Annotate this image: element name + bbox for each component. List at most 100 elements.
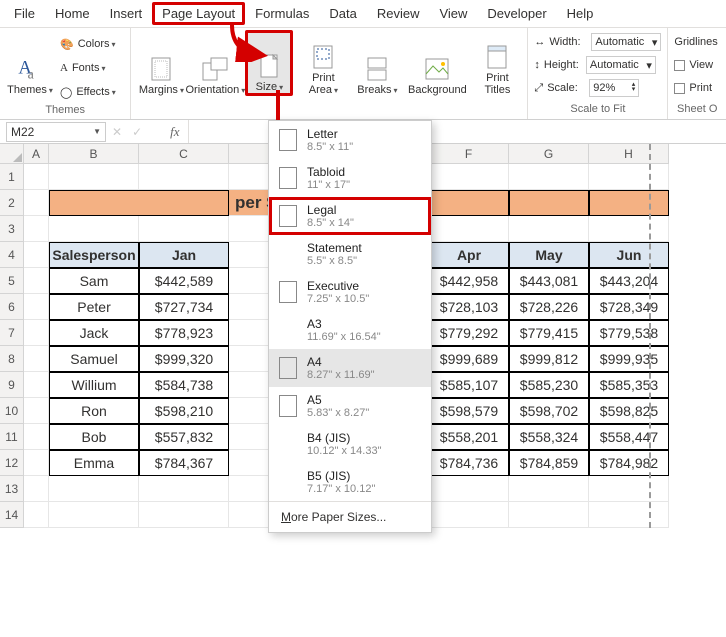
table-cell[interactable]: $585,353 [589,372,669,398]
menu-review[interactable]: Review [367,2,430,25]
table-cell[interactable]: $558,324 [509,424,589,450]
table-cell[interactable]: $778,923 [139,320,229,346]
table-cell[interactable]: $779,538 [589,320,669,346]
menu-data[interactable]: Data [319,2,366,25]
row-header-2[interactable]: 2 [0,190,24,216]
table-cell[interactable]: $598,702 [509,398,589,424]
breaks-button[interactable]: Breaks [353,30,401,96]
table-cell[interactable]: $999,812 [509,346,589,372]
print-checkbox[interactable]: Print [674,78,712,98]
menu-view[interactable]: View [429,2,477,25]
table-cell[interactable]: Bob [49,424,139,450]
width-combo[interactable]: Automatic▾ [591,33,661,51]
table-cell[interactable]: $585,230 [509,372,589,398]
margins-button[interactable]: Margins [137,30,185,96]
background-button[interactable]: Background [407,30,467,96]
table-cell[interactable]: $598,210 [139,398,229,424]
table-cell[interactable]: $779,415 [509,320,589,346]
paper-size-letter[interactable]: Letter8.5" x 11" [269,121,431,159]
more-paper-sizes[interactable]: More Paper Sizes... [269,501,431,532]
paper-size-b4-jis-[interactable]: B4 (JIS)10.12" x 14.33" [269,425,431,463]
table-cell[interactable]: $728,349 [589,294,669,320]
col-header-f[interactable]: F [429,144,509,164]
table-cell[interactable]: $557,832 [139,424,229,450]
height-combo[interactable]: Automatic▾ [586,56,656,74]
table-cell[interactable]: $558,201 [429,424,509,450]
row-header-10[interactable]: 10 [0,398,24,424]
row-header-7[interactable]: 7 [0,320,24,346]
table-cell[interactable]: Samuel [49,346,139,372]
table-cell[interactable]: $442,958 [429,268,509,294]
table-cell[interactable]: $999,935 [589,346,669,372]
fonts-button[interactable]: AFonts [60,58,116,78]
col-header-g[interactable]: G [509,144,589,164]
menu-insert[interactable]: Insert [100,2,153,25]
row-header-8[interactable]: 8 [0,346,24,372]
row-header-13[interactable]: 13 [0,476,24,502]
table-cell[interactable]: Peter [49,294,139,320]
paper-size-statement[interactable]: Statement5.5" x 8.5" [269,235,431,273]
paper-size-a3[interactable]: A311.69" x 16.54" [269,311,431,349]
table-cell[interactable]: $784,736 [429,450,509,476]
table-cell[interactable]: $584,738 [139,372,229,398]
table-cell[interactable]: $728,103 [429,294,509,320]
col-header-b[interactable]: B [49,144,139,164]
effects-button[interactable]: ◯Effects [60,82,116,102]
row-header-6[interactable]: 6 [0,294,24,320]
table-cell[interactable]: $784,982 [589,450,669,476]
table-cell[interactable]: Emma [49,450,139,476]
row-header-3[interactable]: 3 [0,216,24,242]
col-header-a[interactable]: A [24,144,49,164]
table-cell[interactable]: Willium [49,372,139,398]
table-cell[interactable]: $443,081 [509,268,589,294]
paper-size-a4[interactable]: A48.27" x 11.69" [269,349,431,387]
menu-developer[interactable]: Developer [477,2,556,25]
col-header-h[interactable]: H [589,144,669,164]
table-cell[interactable]: $558,447 [589,424,669,450]
paper-size-executive[interactable]: Executive7.25" x 10.5" [269,273,431,311]
paper-size-b5-jis-[interactable]: B5 (JIS)7.17" x 10.12" [269,463,431,501]
row-header-14[interactable]: 14 [0,502,24,528]
view-checkbox[interactable]: View [674,55,713,75]
paper-size-tabloid[interactable]: Tabloid11" x 17" [269,159,431,197]
fx-icon[interactable]: fx [170,124,179,140]
row-header-4[interactable]: 4 [0,242,24,268]
table-cell[interactable]: $999,320 [139,346,229,372]
row-header-1[interactable]: 1 [0,164,24,190]
table-cell[interactable]: $443,204 [589,268,669,294]
paper-size-a5[interactable]: A55.83" x 8.27" [269,387,431,425]
orientation-button[interactable]: Orientation [191,30,239,96]
table-cell[interactable]: Jack [49,320,139,346]
table-cell[interactable]: $779,292 [429,320,509,346]
menu-help[interactable]: Help [557,2,604,25]
select-all-corner[interactable] [0,144,24,164]
table-cell[interactable]: $585,107 [429,372,509,398]
table-cell[interactable]: $442,589 [139,268,229,294]
menu-page-layout[interactable]: Page Layout [152,2,245,25]
print-titles-button[interactable]: Print Titles [473,30,521,96]
table-cell[interactable]: $999,689 [429,346,509,372]
table-cell[interactable]: $784,859 [509,450,589,476]
menu-home[interactable]: Home [45,2,100,25]
table-cell[interactable]: Sam [49,268,139,294]
table-cell[interactable]: $784,367 [139,450,229,476]
paper-size-legal[interactable]: Legal8.5" x 14" [269,197,431,235]
print-area-button[interactable]: Print Area [299,30,347,96]
colors-button[interactable]: 🎨Colors [60,34,116,54]
menu-file[interactable]: File [4,2,45,25]
row-header-12[interactable]: 12 [0,450,24,476]
row-header-9[interactable]: 9 [0,372,24,398]
row-header-11[interactable]: 11 [0,424,24,450]
table-cell[interactable]: $728,226 [509,294,589,320]
scale-combo[interactable]: 92%▴▾ [589,79,639,97]
table-cell[interactable]: $598,579 [429,398,509,424]
table-cell[interactable]: $727,734 [139,294,229,320]
menu-formulas[interactable]: Formulas [245,2,319,25]
name-box[interactable]: M22▼ [6,122,106,142]
size-button[interactable]: Size [245,30,293,96]
themes-button[interactable]: Aa Themes [6,30,54,96]
table-cell[interactable]: $598,825 [589,398,669,424]
table-cell[interactable]: Ron [49,398,139,424]
row-header-5[interactable]: 5 [0,268,24,294]
col-header-c[interactable]: C [139,144,229,164]
